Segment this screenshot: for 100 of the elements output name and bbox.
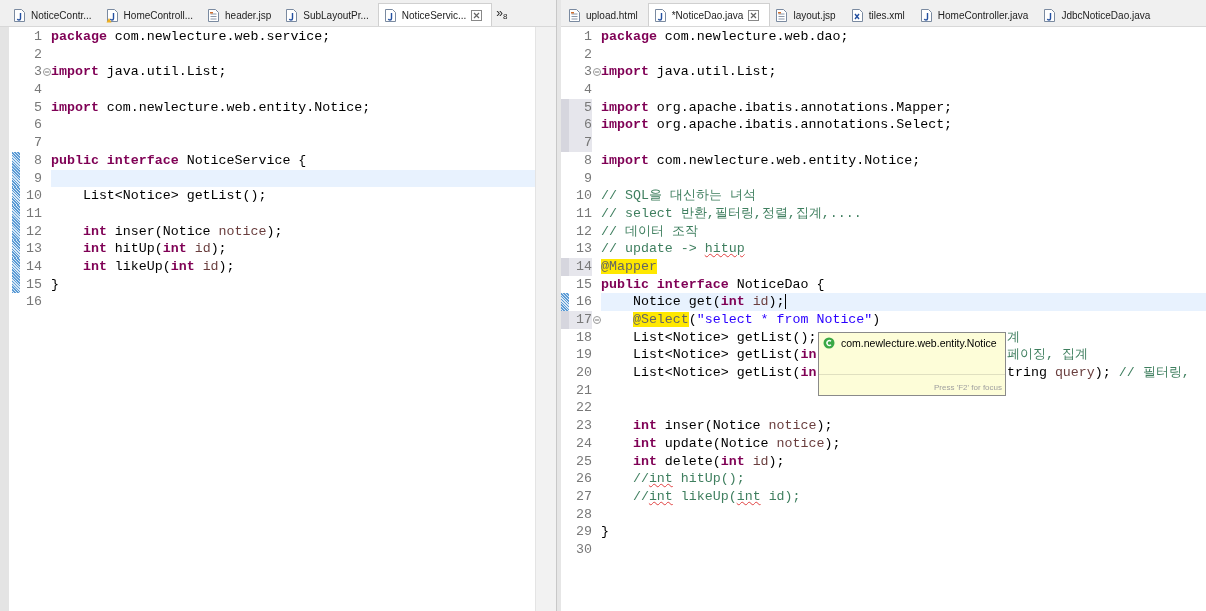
line-number: 1: [33, 28, 42, 46]
close-icon[interactable]: [748, 9, 760, 21]
line-number: 3: [583, 63, 592, 82]
code-line: // update -> hitup: [601, 241, 745, 257]
editor-tab[interactable]: *NoticeDao.java: [647, 3, 771, 26]
line-number: 18: [575, 328, 592, 347]
line-number: 8: [33, 151, 42, 170]
line-number: 9: [583, 169, 592, 188]
file-icon: [207, 7, 221, 23]
file-icon: [1043, 7, 1057, 23]
popup-title: com.newlecture.web.entity.Notice: [841, 337, 997, 349]
file-icon: [775, 7, 789, 23]
code-line: // 데이터 조작: [601, 223, 698, 239]
close-icon[interactable]: [471, 9, 483, 21]
editor-tab[interactable]: NoticeContr...: [8, 4, 101, 26]
file-icon: [919, 7, 933, 23]
file-icon: [13, 7, 26, 23]
editor-tab[interactable]: HomeControll...: [100, 4, 203, 26]
line-number: 13: [575, 240, 592, 258]
code-line: import org.apache.ibatis.annotations.Select;: [601, 117, 953, 133]
code-line: int delete(int id);: [631, 453, 785, 469]
fold-icon[interactable]: [592, 315, 601, 324]
code-line: List<Notice> getList(in: [631, 365, 817, 381]
line-number: 15: [25, 275, 42, 294]
code-line: int hitUp(int id);: [81, 241, 227, 257]
code-line: import org.apache.ibatis.annotations.Mapper;: [601, 99, 953, 115]
line-number: 5: [33, 98, 42, 117]
line-number: 28: [575, 505, 592, 524]
line-number: 22: [575, 399, 592, 418]
file-icon: [653, 7, 667, 23]
line-number: 14: [25, 257, 42, 276]
class-icon: [823, 337, 835, 349]
line-number: 13: [25, 240, 42, 258]
line-number: 10: [25, 187, 42, 205]
line-number: 2: [583, 45, 592, 64]
line-number: 17: [569, 311, 592, 329]
line-number: 6: [33, 116, 42, 135]
line-number: 16: [575, 293, 592, 311]
file-icon: [383, 7, 397, 23]
editor-tab[interactable]: SubLayoutPr...: [280, 4, 378, 26]
code-text: 페이징, 집계: [1007, 346, 1088, 365]
line-number: 12: [575, 222, 592, 241]
code-line: public interface NoticeService {: [51, 152, 307, 168]
code-line: //int likeUp(int id);: [631, 488, 801, 504]
code-text: tring query); // 필터링,: [1007, 364, 1190, 382]
line-number: 24: [575, 434, 592, 453]
line-number: 2: [33, 45, 42, 64]
line-number: 8: [583, 151, 592, 170]
line-number: 11: [25, 204, 42, 223]
code-line: // select 반환,필터링,정렬,집계,....: [601, 205, 862, 221]
line-number: 29: [575, 523, 592, 541]
line-number: 11: [575, 204, 592, 223]
editor-tab[interactable]: JdbcNoticeDao.java: [1038, 4, 1161, 26]
line-number: 10: [575, 187, 592, 205]
line-number: 23: [575, 417, 592, 435]
code-line: int update(Notice notice);: [631, 435, 841, 451]
file-icon: [105, 7, 119, 23]
line-number: 14: [569, 257, 592, 276]
code-line: // SQL을 대신하는 녀석: [601, 188, 756, 204]
line-number: 20: [575, 364, 592, 382]
code-line: import java.util.List;: [601, 64, 777, 80]
line-number: 19: [575, 346, 592, 365]
line-number: 30: [575, 540, 592, 559]
code-line: }: [601, 524, 609, 540]
file-icon: [850, 7, 864, 23]
line-number: 27: [575, 487, 592, 506]
editor-tab[interactable]: layout.jsp: [770, 4, 846, 26]
code-line: List<Notice> getList();: [81, 188, 267, 204]
file-icon: [285, 7, 299, 23]
code-line: Notice get(int id);: [601, 294, 786, 310]
editor-tab[interactable]: NoticeServic...: [377, 3, 493, 26]
fold-icon[interactable]: [592, 68, 601, 77]
code-line: //int hitUp();: [631, 471, 745, 487]
line-number: 4: [583, 81, 592, 99]
line-number: 7: [569, 134, 592, 152]
line-number: 9: [33, 169, 42, 188]
editor-tab[interactable]: tiles.xml: [845, 4, 915, 26]
line-number: 4: [33, 81, 42, 99]
fold-icon[interactable]: [42, 68, 51, 77]
editor-tab[interactable]: header.jsp: [202, 4, 281, 26]
line-number: 21: [575, 381, 592, 400]
line-number: 15: [575, 275, 592, 294]
code-line: import com.newlecture.web.entity.Notice;: [51, 99, 371, 115]
code-line: }: [51, 276, 59, 292]
code-line: List<Notice> getList(in: [631, 347, 817, 363]
editor-tab[interactable]: HomeController.java: [914, 4, 1039, 26]
line-number: 25: [575, 452, 592, 471]
line-number: 5: [569, 98, 592, 117]
line-number: 7: [33, 134, 42, 152]
code-text: 계: [1007, 328, 1020, 347]
code-line: import com.newlecture.web.entity.Notice;: [601, 152, 921, 168]
line-number: 26: [575, 470, 592, 488]
line-number: 6: [569, 116, 592, 135]
popup-hint: Press 'F2' for focus: [934, 383, 1002, 392]
code-line: int inser(Notice notice);: [631, 418, 833, 434]
code-line: @Select("select * from Notice"): [631, 312, 881, 327]
editor-tab[interactable]: upload.html: [563, 4, 648, 26]
line-number: 1: [583, 28, 592, 46]
line-number: 3: [33, 63, 42, 82]
code-line: List<Notice> getList();: [631, 329, 817, 345]
